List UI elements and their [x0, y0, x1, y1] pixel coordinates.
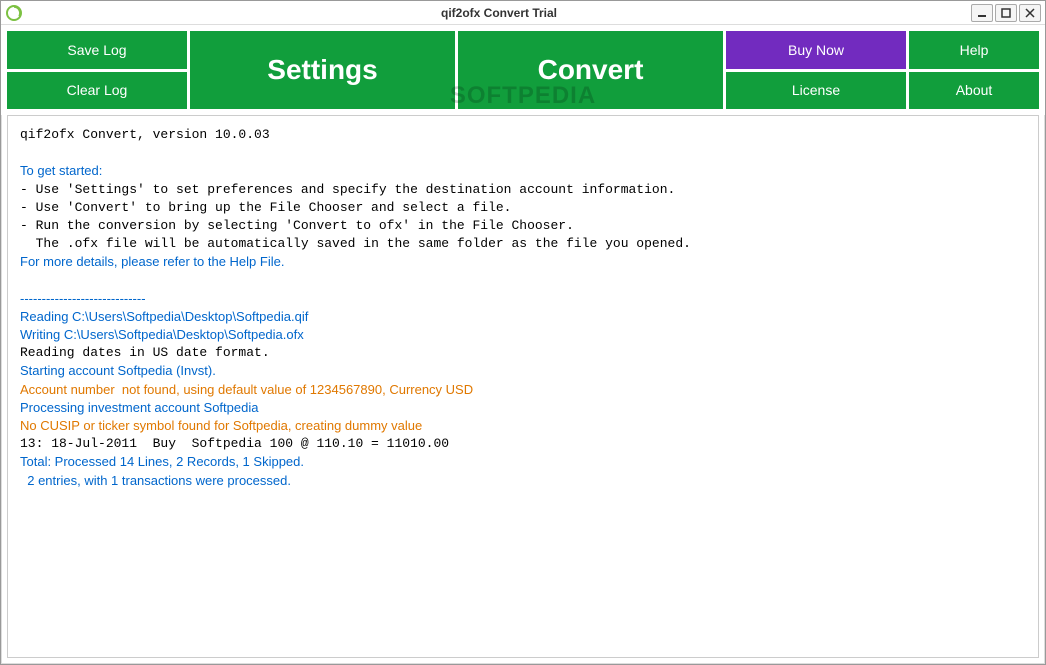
- app-icon: [5, 4, 23, 22]
- toolbar: Save Log Clear Log Settings Convert Buy …: [1, 25, 1045, 115]
- clear-log-button[interactable]: Clear Log: [7, 72, 187, 110]
- log-instruction-1: - Use 'Settings' to set preferences and …: [20, 181, 1026, 199]
- log-version: qif2ofx Convert, version 10.0.03: [20, 126, 1026, 144]
- log-help-reference: For more details, please refer to the He…: [20, 253, 1026, 271]
- log-panel: qif2ofx Convert, version 10.0.03 To get …: [7, 115, 1039, 658]
- log-date-format: Reading dates in US date format.: [20, 344, 1026, 362]
- minimize-button[interactable]: [971, 4, 993, 22]
- close-button[interactable]: [1019, 4, 1041, 22]
- log-starting-account: Starting account Softpedia (Invst).: [20, 362, 1026, 380]
- right-button-group-2: Help About: [909, 31, 1039, 109]
- main-window: qif2ofx Convert Trial Save Log Clear Log…: [0, 0, 1046, 665]
- buy-now-button[interactable]: Buy Now: [726, 31, 906, 69]
- settings-button[interactable]: Settings: [190, 31, 455, 109]
- log-instruction-4: The .ofx file will be automatically save…: [20, 235, 1026, 253]
- log-instruction-2: - Use 'Convert' to bring up the File Cho…: [20, 199, 1026, 217]
- about-button[interactable]: About: [909, 72, 1039, 110]
- log-instruction-3: - Run the conversion by selecting 'Conve…: [20, 217, 1026, 235]
- help-button[interactable]: Help: [909, 31, 1039, 69]
- log-divider: -----------------------------: [20, 290, 1026, 308]
- window-controls: [971, 4, 1041, 22]
- log-processing: Processing investment account Softpedia: [20, 399, 1026, 417]
- titlebar: qif2ofx Convert Trial: [1, 1, 1045, 25]
- maximize-button[interactable]: [995, 4, 1017, 22]
- log-cusip-warning: No CUSIP or ticker symbol found for Soft…: [20, 417, 1026, 435]
- log-reading-file: Reading C:\Users\Softpedia\Desktop\Softp…: [20, 308, 1026, 326]
- right-button-group-1: Buy Now License: [726, 31, 906, 109]
- log-writing-file: Writing C:\Users\Softpedia\Desktop\Softp…: [20, 326, 1026, 344]
- license-button[interactable]: License: [726, 72, 906, 110]
- save-log-button[interactable]: Save Log: [7, 31, 187, 69]
- convert-button[interactable]: Convert: [458, 31, 723, 109]
- log-total: Total: Processed 14 Lines, 2 Records, 1 …: [20, 453, 1026, 471]
- log-account-warning: Account number not found, using default …: [20, 381, 1026, 399]
- left-button-group: Save Log Clear Log: [7, 31, 187, 109]
- log-transaction: 13: 18-Jul-2011 Buy Softpedia 100 @ 110.…: [20, 435, 1026, 453]
- window-title: qif2ofx Convert Trial: [27, 6, 971, 20]
- log-get-started-header: To get started:: [20, 162, 1026, 180]
- log-entries: 2 entries, with 1 transactions were proc…: [20, 472, 1026, 490]
